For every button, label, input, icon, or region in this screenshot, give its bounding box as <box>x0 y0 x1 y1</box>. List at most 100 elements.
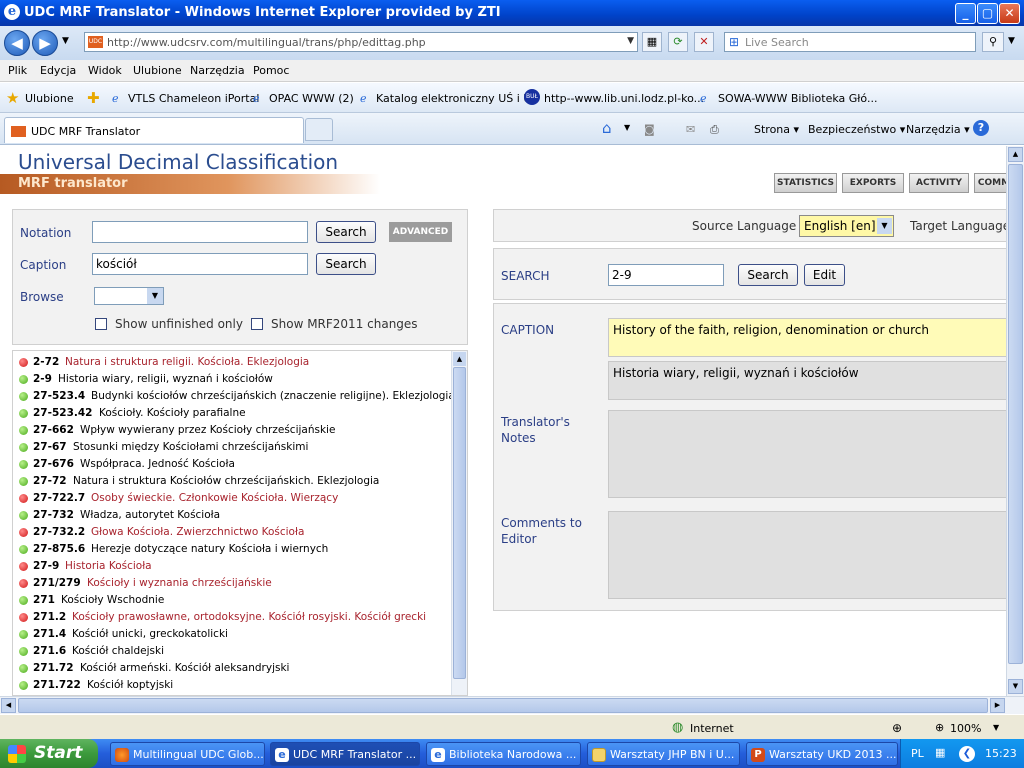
edit-button[interactable]: Edit <box>804 264 845 286</box>
mrf2011-checkbox[interactable] <box>251 318 263 330</box>
back-button[interactable]: ◀ <box>4 30 30 56</box>
list-item-code: 271.4 <box>33 628 67 640</box>
tab-udc-mrf-translator[interactable]: UDC MRF Translator <box>4 117 304 143</box>
stop-icon[interactable]: ✕ <box>694 32 714 52</box>
menu-pomoc[interactable]: Pomoc <box>253 64 289 77</box>
maximize-button[interactable]: ▢ <box>977 3 998 24</box>
address-bar[interactable]: UDC http://www.udcsrv.com/multilingual/t… <box>84 32 638 52</box>
close-button[interactable]: ✕ <box>999 3 1020 24</box>
unfinished-checkbox[interactable] <box>95 318 107 330</box>
fav-link-vtls[interactable]: VTLS Chameleon iPortal <box>128 92 259 105</box>
task-folder[interactable]: Warsztaty JHP BN i U... <box>587 742 740 766</box>
minimize-button[interactable]: _ <box>955 3 976 24</box>
chevron-down-icon: ▼ <box>877 218 892 234</box>
language-indicator[interactable]: PL <box>911 747 924 760</box>
status-ok-icon <box>19 630 28 639</box>
tool-bezpieczenstwo[interactable]: Bezpieczeństwo ▾ <box>808 123 905 136</box>
list-item-text: Kościół armeński. Kościół aleksandryjski <box>80 662 290 674</box>
window-title-bar[interactable]: e UDC MRF Translator - Windows Internet … <box>0 0 1024 26</box>
fav-link-sowa[interactable]: SOWA-WWW Biblioteka Głó... <box>718 92 877 105</box>
list-item-text: Natura i struktura religii. Kościoła. Ek… <box>65 356 310 368</box>
results-scroll-thumb[interactable] <box>453 367 466 679</box>
tool-strona[interactable]: Strona ▾ <box>754 123 799 136</box>
caption-search-button[interactable]: Search <box>316 253 376 275</box>
page-horizontal-scrollbar[interactable]: ◀ ▶ <box>0 696 1024 714</box>
task-powerpoint[interactable]: P Warsztaty UKD 2013 ... <box>746 742 898 766</box>
keyboard-icon[interactable]: ▦ <box>935 746 945 759</box>
tray-expand-icon[interactable]: ❮ <box>959 746 975 762</box>
page-vertical-scrollbar[interactable]: ▲ ▼ <box>1006 146 1024 696</box>
scroll-right-icon[interactable]: ▶ <box>990 698 1005 713</box>
right-search-button[interactable]: Search <box>738 264 798 286</box>
list-item-code: 27-676 <box>33 458 74 470</box>
start-button[interactable]: Start <box>0 739 98 768</box>
scroll-up-icon[interactable]: ▲ <box>453 352 466 366</box>
new-tab-button[interactable] <box>305 118 333 141</box>
home-dropdown-icon[interactable]: ▼ <box>624 123 630 132</box>
caption-input[interactable]: kościół <box>92 253 308 275</box>
scroll-down-icon[interactable]: ▼ <box>1008 679 1023 694</box>
status-ok-icon <box>19 647 28 656</box>
advanced-button[interactable]: ADVANCED <box>389 222 452 242</box>
exports-button[interactable]: EXPORTS <box>842 173 904 193</box>
comments-field[interactable] <box>608 511 1006 599</box>
zoom-level[interactable]: 100% <box>950 722 981 735</box>
favorites-star-icon: ★ <box>6 89 20 107</box>
task-ie-biblioteka[interactable]: e Biblioteka Narodowa ... <box>426 742 581 766</box>
source-language-value: English [en] <box>804 219 876 233</box>
folder-icon <box>592 748 606 762</box>
status-ok-icon <box>19 375 28 384</box>
notation-input[interactable] <box>92 221 308 243</box>
comments-button[interactable]: COMM <box>974 173 1006 193</box>
fav-link-lodz[interactable]: http--www.lib.uni.lodz.pl-ko... <box>544 92 704 105</box>
fav-link-opac[interactable]: OPAC WWW (2) <box>269 92 354 105</box>
task-ie-udc[interactable]: e UDC MRF Translator ... <box>270 742 420 766</box>
feeds-icon[interactable]: ◙ <box>644 123 655 136</box>
menu-ulubione[interactable]: Ulubione <box>133 64 182 77</box>
favorites-button[interactable]: Ulubione <box>25 92 74 105</box>
forward-button[interactable]: ▶ <box>32 30 58 56</box>
mail-icon[interactable]: ✉ <box>686 123 695 136</box>
compatibility-view-icon[interactable]: ▦ <box>642 32 662 52</box>
menu-widok[interactable]: Widok <box>88 64 122 77</box>
list-item-code: 27-732.2 <box>33 526 86 538</box>
protected-mode-icon[interactable]: ⊕ <box>892 721 902 735</box>
search-options-icon[interactable]: ▼ <box>1008 36 1015 46</box>
statistics-button[interactable]: STATISTICS <box>774 173 837 193</box>
fav-link-katalog[interactable]: Katalog elektroniczny UŚ i UE <box>376 92 538 105</box>
zoom-dropdown-icon[interactable]: ▼ <box>993 723 999 732</box>
task-firefox[interactable]: Multilingual UDC Glob... <box>110 742 265 766</box>
list-item-text: Kościoły i wyznania chrześcijańskie <box>87 577 272 589</box>
notation-search-button[interactable]: Search <box>316 221 376 243</box>
add-favorite-icon[interactable]: ✚ <box>87 89 100 107</box>
translator-notes-field[interactable] <box>608 410 1006 498</box>
home-icon[interactable]: ⌂ <box>602 119 612 137</box>
notation-search-input[interactable]: 2-9 <box>608 264 724 286</box>
recent-pages-dropdown-icon[interactable]: ▼ <box>62 36 69 46</box>
activity-button[interactable]: ACTIVITY <box>909 173 969 193</box>
window-title: UDC MRF Translator - Windows Internet Ex… <box>24 5 501 20</box>
search-go-icon[interactable]: ⚲ <box>982 32 1004 52</box>
refresh-icon[interactable]: ⟳ <box>668 32 688 52</box>
zoom-icon[interactable]: ⊕ <box>935 721 944 734</box>
caption-target-field[interactable]: Historia wiary, religii, wyznań i kościo… <box>608 361 1006 400</box>
menu-narzedzia[interactable]: Narzędzia <box>190 64 245 77</box>
status-error-icon <box>19 613 28 622</box>
address-dropdown-icon[interactable]: ▼ <box>627 36 634 46</box>
scroll-up-icon[interactable]: ▲ <box>1008 147 1023 162</box>
help-icon[interactable]: ? <box>973 120 989 136</box>
windows-logo-icon <box>8 745 26 763</box>
results-scrollbar[interactable]: ▲ <box>451 351 467 695</box>
menu-edycja[interactable]: Edycja <box>40 64 76 77</box>
live-search-input[interactable]: ⊞ Live Search <box>724 32 976 52</box>
scroll-left-icon[interactable]: ◀ <box>1 698 16 713</box>
page-scroll-thumb[interactable] <box>1008 164 1023 664</box>
menu-plik[interactable]: Plik <box>8 64 27 77</box>
source-language-select[interactable]: English [en] ▼ <box>799 215 894 237</box>
print-icon[interactable]: ⎙ <box>710 123 719 137</box>
browse-select[interactable]: ▼ <box>94 287 164 305</box>
page-hscroll-thumb[interactable] <box>18 698 988 713</box>
tool-narzedzia[interactable]: Narzędzia ▾ <box>906 123 970 136</box>
list-item-text: Kościoły. Kościoły parafialne <box>99 407 246 419</box>
ie-page-icon: ℯ <box>700 92 707 105</box>
